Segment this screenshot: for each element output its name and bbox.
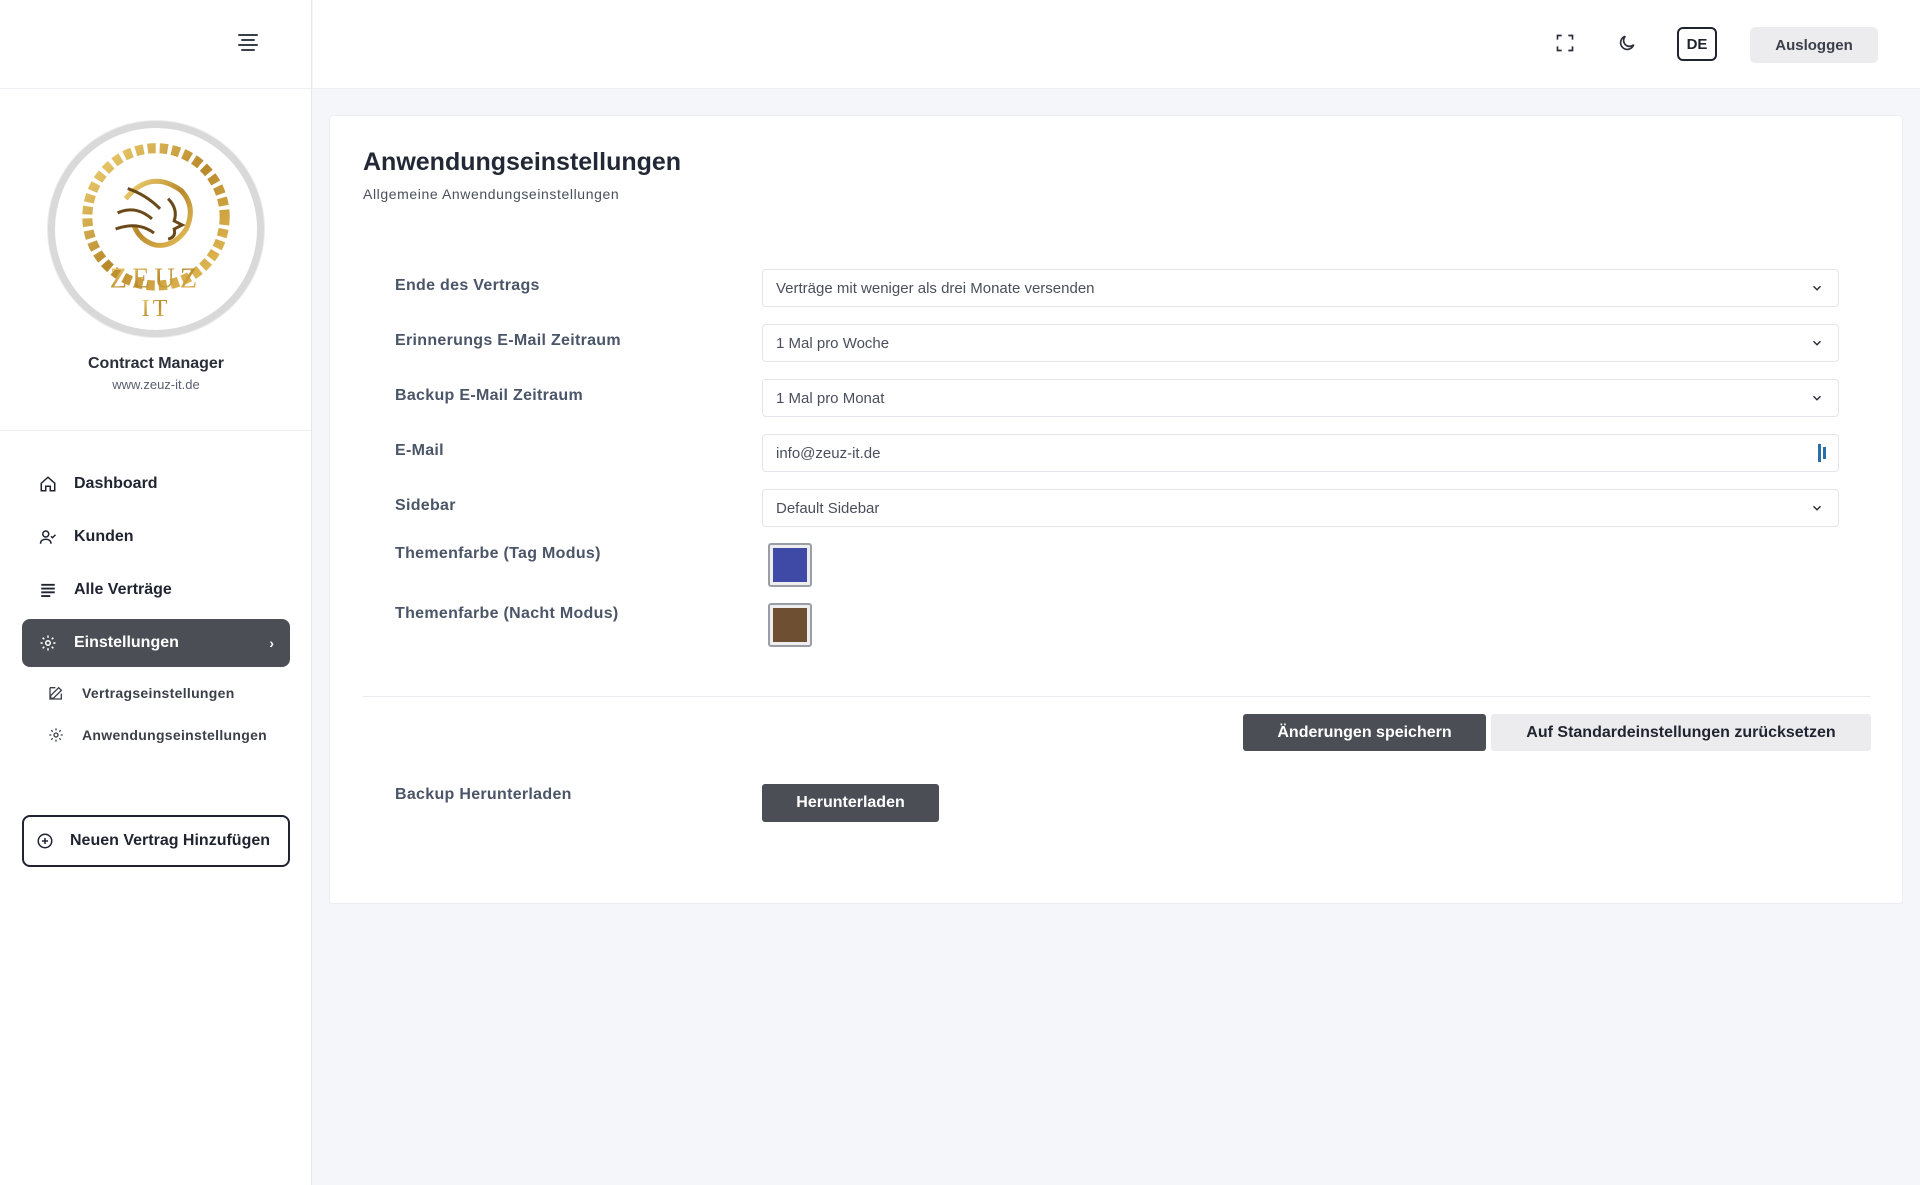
page-subtitle: Allgemeine Anwendungseinstellungen (363, 186, 620, 202)
save-changes-button[interactable]: Änderungen speichern (1243, 714, 1486, 751)
email-field[interactable]: info@zeuz-it.de (762, 434, 1839, 472)
chevron-down-icon (1812, 285, 1822, 291)
menu-toggle-icon[interactable] (238, 34, 258, 51)
fullscreen-icon[interactable] (1554, 32, 1576, 54)
sidebar-item-label: Dashboard (74, 475, 158, 492)
password-manager-icon[interactable] (1818, 444, 1830, 462)
logout-button[interactable]: Ausloggen (1750, 27, 1878, 63)
select-value: Default Sidebar (776, 499, 880, 517)
settings-card: Anwendungseinstellungen Allgemeine Anwen… (329, 115, 1903, 904)
sidebar-item-label: Kunden (74, 528, 134, 545)
download-backup-button[interactable]: Herunterladen (762, 784, 939, 822)
sidebar-style-select[interactable]: Default Sidebar (762, 489, 1839, 527)
sidebar-style-label: Sidebar (395, 497, 456, 514)
sidebar-header (0, 0, 311, 89)
company-logo: ZEUZ IT (48, 121, 264, 337)
sidebar-subitem-label: Vertragseinstellungen (82, 685, 235, 701)
language-switch[interactable]: DE (1677, 27, 1717, 61)
svg-text:IT: IT (142, 295, 171, 322)
topbar: DE Ausloggen (313, 0, 1920, 89)
sidebar-subitem-vertragseinstellungen[interactable]: Vertragseinstellungen (22, 672, 290, 714)
email-value: info@zeuz-it.de (776, 444, 881, 462)
home-icon (38, 474, 58, 494)
add-contract-button[interactable]: Neuen Vertrag Hinzufügen (22, 815, 290, 867)
edit-icon (48, 684, 66, 702)
divider (363, 696, 1871, 697)
sidebar-profile: ZEUZ IT Contract Manager www.zeuz-it.de (0, 89, 311, 431)
sidebar-item-kunden[interactable]: Kunden (22, 513, 290, 561)
select-value: Verträge mit weniger als drei Monate ver… (776, 279, 1095, 297)
app-name: Contract Manager (87, 355, 225, 372)
sidebar: ZEUZ IT Contract Manager www.zeuz-it.de … (0, 0, 312, 1185)
user-check-icon (38, 527, 58, 547)
list-icon (38, 580, 58, 600)
reset-defaults-button[interactable]: Auf Standardeinstellungen zurücksetzen (1491, 714, 1871, 751)
chevron-down-icon (1812, 395, 1822, 401)
sidebar-item-alle-vertraege[interactable]: Alle Verträge (22, 566, 290, 614)
sidebar-item-label: Einstellungen (74, 634, 179, 651)
email-label: E-Mail (395, 442, 444, 459)
theme-day-label: Themenfarbe (Tag Modus) (395, 545, 601, 562)
plus-circle-icon (36, 831, 56, 851)
chevron-right-icon: › (269, 635, 274, 651)
svg-text:ZEUZ: ZEUZ (110, 264, 202, 295)
select-value: 1 Mal pro Monat (776, 389, 885, 407)
backup-period-select[interactable]: 1 Mal pro Monat (762, 379, 1839, 417)
contract-end-label: Ende des Vertrags (395, 277, 540, 294)
sidebar-subitem-label: Anwendungseinstellungen (82, 727, 268, 743)
gear-icon (48, 726, 66, 744)
color-swatch (773, 548, 807, 582)
sidebar-item-einstellungen[interactable]: Einstellungen › (22, 619, 290, 667)
color-swatch (773, 608, 807, 642)
contract-end-select[interactable]: Verträge mit weniger als drei Monate ver… (762, 269, 1839, 307)
page-title: Anwendungseinstellungen (363, 148, 682, 176)
sidebar-subitem-anwendungseinstellungen[interactable]: Anwendungseinstellungen (22, 714, 290, 756)
theme-day-color-picker[interactable] (768, 543, 812, 587)
chevron-down-icon (1812, 505, 1822, 511)
sidebar-item-label: Alle Verträge (74, 581, 172, 598)
reminder-period-select[interactable]: 1 Mal pro Woche (762, 324, 1839, 362)
add-contract-label: Neuen Vertrag Hinzufügen (70, 832, 271, 849)
backup-download-label: Backup Herunterladen (395, 786, 572, 803)
backup-period-label: Backup E-Mail Zeitraum (395, 387, 583, 404)
sidebar-nav: Dashboard Kunden Alle Verträge Einstellu… (22, 460, 290, 756)
dark-mode-icon[interactable] (1616, 32, 1638, 54)
select-value: 1 Mal pro Woche (776, 334, 890, 352)
theme-night-label: Themenfarbe (Nacht Modus) (395, 605, 619, 622)
reminder-period-label: Erinnerungs E-Mail Zeitraum (395, 332, 621, 349)
gear-icon (38, 633, 58, 653)
app-url: www.zeuz-it.de (112, 377, 200, 392)
sidebar-item-dashboard[interactable]: Dashboard (22, 460, 290, 508)
theme-night-color-picker[interactable] (768, 603, 812, 647)
chevron-down-icon (1812, 340, 1822, 346)
